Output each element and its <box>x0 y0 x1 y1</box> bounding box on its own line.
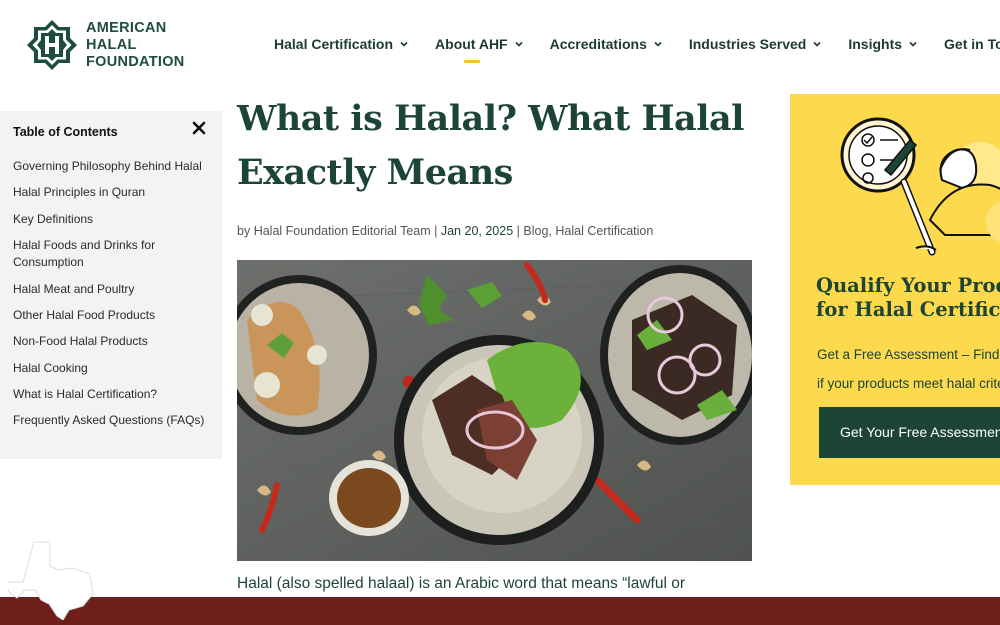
category-link-halal-certification[interactable]: Halal Certification <box>555 224 653 238</box>
nav-accreditations[interactable]: Accreditations <box>550 36 662 52</box>
chevron-down-icon <box>813 41 821 47</box>
byline-separator: | <box>434 224 438 238</box>
toc-item-non-food-products[interactable]: Non-Food Halal Products <box>13 333 213 351</box>
close-icon[interactable] <box>190 119 208 137</box>
promo-text: Get a Free Assessment – Find out if your… <box>817 340 1000 398</box>
category-link-blog[interactable]: Blog <box>523 224 548 238</box>
byline: by Halal Foundation Editorial Team | Jan… <box>237 224 653 238</box>
nav-label: Halal Certification <box>274 36 394 52</box>
toc-title: Table of Contents <box>13 125 118 139</box>
brand-name-line1: AMERICAN HALAL <box>86 19 167 53</box>
article: What is Halal? What Halal Exactly Means … <box>237 92 767 592</box>
promo-heading: Qualify Your Products for Halal Certific… <box>816 274 1000 322</box>
nav-halal-certification[interactable]: Halal Certification <box>274 36 408 52</box>
toc-item-other-food-products[interactable]: Other Halal Food Products <box>13 307 213 325</box>
nav-label: Insights <box>848 36 903 52</box>
nav-label: About AHF <box>435 36 508 52</box>
promo-heading-line1: Qualify Your Products <box>816 274 1000 297</box>
nav-label: Industries Served <box>688 36 807 52</box>
food-photo <box>237 260 752 561</box>
brand-name: AMERICAN HALAL FOUNDATION <box>86 20 216 71</box>
chevron-down-icon <box>654 41 662 47</box>
nav-insights[interactable]: Insights <box>848 36 917 52</box>
page: AMERICAN HALAL FOUNDATION Halal Certific… <box>0 0 1000 625</box>
article-intro: Halal (also spelled halaal) is an Arabic… <box>237 575 685 592</box>
page-title: What is Halal? What Halal Exactly Means <box>237 98 744 193</box>
toc-item-meat-poultry[interactable]: Halal Meat and Poultry <box>13 281 213 299</box>
byline-separator: | <box>516 224 520 238</box>
magnifier-illustration-icon <box>840 117 1000 256</box>
free-assessment-button[interactable]: Get Your Free Assessment <box>819 407 1000 458</box>
nav-label: Get in Touch <box>944 36 1000 52</box>
brand-logo[interactable]: AMERICAN HALAL FOUNDATION <box>26 19 216 71</box>
promo-text-line2: if your products meet halal criteria <box>817 376 1000 391</box>
logo-star-icon <box>27 20 77 70</box>
toc-item-governing-philosophy[interactable]: Governing Philosophy Behind Halal <box>13 158 213 176</box>
nav-about-ahf[interactable]: About AHF <box>435 36 523 63</box>
promo-heading-line2: for Halal Certification <box>816 298 1000 321</box>
toc-item-halal-cooking[interactable]: Halal Cooking <box>13 360 213 378</box>
chevron-down-icon <box>400 41 408 47</box>
site-header: AMERICAN HALAL FOUNDATION Halal Certific… <box>0 0 1000 90</box>
promo-card: Qualify Your Products for Halal Certific… <box>790 94 1000 485</box>
toc-item-faqs[interactable]: Frequently Asked Questions (FAQs) <box>13 412 213 430</box>
chevron-down-icon <box>515 41 523 47</box>
texas-map-icon <box>8 541 94 620</box>
chevron-down-icon <box>909 41 917 47</box>
toc-item-key-definitions[interactable]: Key Definitions <box>13 211 213 229</box>
hero-image <box>237 260 752 561</box>
nav-get-in-touch[interactable]: Get in Touch <box>944 36 1000 52</box>
toc-item-foods-drinks[interactable]: Halal Foods and Drinks for Consumption <box>13 237 213 272</box>
nav-label: Accreditations <box>549 36 647 52</box>
publish-date: Jan 20, 2025 <box>440 224 514 238</box>
nav-industries-served[interactable]: Industries Served <box>689 36 822 52</box>
main-nav: Halal Certification About AHF Accreditat… <box>274 36 1000 63</box>
toc-item-principles-quran[interactable]: Halal Principles in Quran <box>13 184 213 202</box>
author-link[interactable]: Halal Foundation Editorial Team <box>254 224 431 238</box>
table-of-contents: Table of Contents Governing Philosophy B… <box>0 111 222 459</box>
byline-prefix: by <box>237 224 251 238</box>
promo-text-line1: Get a Free Assessment – Find out <box>817 347 1000 362</box>
footer-band <box>0 597 1000 625</box>
toc-list: Governing Philosophy Behind Halal Halal … <box>13 158 213 438</box>
category-separator: , <box>548 224 552 238</box>
brand-name-line2: FOUNDATION <box>86 53 185 70</box>
toc-item-certification[interactable]: What is Halal Certification? <box>13 386 213 404</box>
